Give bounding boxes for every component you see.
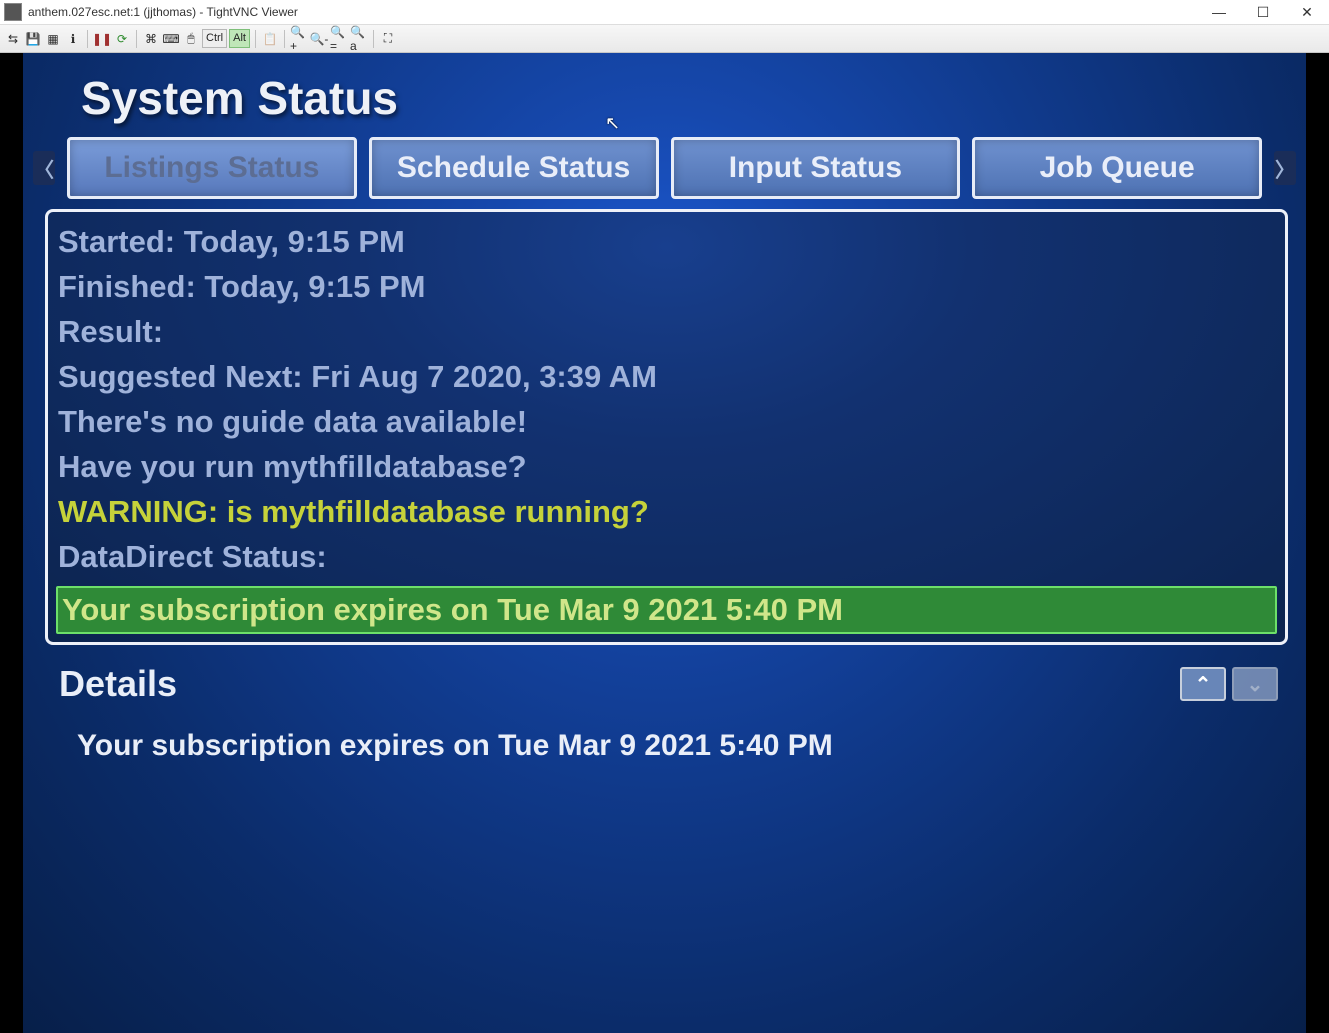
details-header-row: Details ⌃ ⌄ [23, 645, 1306, 705]
tab-job-queue[interactable]: Job Queue [972, 137, 1262, 199]
send-keys-icon[interactable]: ⌨ [162, 30, 180, 48]
mouse-icon[interactable]: 🖱 [182, 30, 200, 48]
details-text: Your subscription expires on Tue Mar 9 2… [23, 705, 1306, 763]
minimize-button[interactable]: — [1197, 0, 1241, 24]
vnc-toolbar: ⇆ 💾 ▦ ℹ ❚❚ ⟳ ⌘ ⌨ 🖱 Ctrl Alt 📋 🔍+ 🔍- 🔍= 🔍… [0, 25, 1329, 53]
vnc-titlebar: anthem.027esc.net:1 (jjthomas) - TightVN… [0, 0, 1329, 25]
page-title: System Status [23, 53, 1306, 135]
refresh-icon[interactable]: ⟳ [113, 30, 131, 48]
zoom-auto-icon[interactable]: 🔍a [350, 30, 368, 48]
zoom-100-icon[interactable]: 🔍= [330, 30, 348, 48]
pause-icon[interactable]: ❚❚ [93, 30, 111, 48]
ctrl-key-toggle[interactable]: Ctrl [202, 29, 227, 48]
toolbar-separator [255, 30, 256, 48]
tab-label: Job Queue [1040, 151, 1195, 185]
status-result: Result: [56, 310, 1277, 355]
tab-listings-status[interactable]: Listings Status [67, 137, 357, 199]
tab-input-status[interactable]: Input Status [671, 137, 961, 199]
toolbar-separator [373, 30, 374, 48]
tab-label: Listings Status [104, 151, 319, 185]
status-warning: WARNING: is mythfilldatabase running? [56, 490, 1277, 535]
info-icon[interactable]: ℹ [64, 30, 82, 48]
tabs-row: 〈 Listings Status Schedule Status Input … [23, 137, 1306, 199]
save-icon[interactable]: 💾 [24, 30, 42, 48]
maximize-button[interactable]: ☐ [1241, 0, 1285, 24]
status-started: Started: Today, 9:15 PM [56, 220, 1277, 265]
alt-key-toggle[interactable]: Alt [229, 29, 250, 48]
connect-icon[interactable]: ⇆ [4, 30, 22, 48]
window-controls: — ☐ ✕ [1197, 0, 1329, 24]
scroll-tabs-right-button[interactable]: 〉 [1274, 151, 1296, 185]
details-up-button[interactable]: ⌃ [1180, 667, 1226, 701]
tab-label: Schedule Status [397, 151, 630, 185]
fullscreen-icon[interactable]: ⛶ [379, 30, 397, 48]
toolbar-separator [87, 30, 88, 48]
status-subscription-selected[interactable]: Your subscription expires on Tue Mar 9 2… [56, 586, 1277, 635]
mythtv-status-screen: ↖ System Status 〈 Listings Status Schedu… [23, 53, 1306, 1033]
status-panel: Started: Today, 9:15 PM Finished: Today,… [45, 209, 1288, 645]
details-heading: Details [59, 663, 177, 705]
status-haveyourun: Have you run mythfilldatabase? [56, 445, 1277, 490]
zoom-in-icon[interactable]: 🔍+ [290, 30, 308, 48]
status-finished: Finished: Today, 9:15 PM [56, 265, 1277, 310]
toolbar-separator [284, 30, 285, 48]
status-suggested: Suggested Next: Fri Aug 7 2020, 3:39 AM [56, 355, 1277, 400]
details-scroll-controls: ⌃ ⌄ [1180, 667, 1278, 701]
tab-label: Input Status [729, 151, 902, 185]
app-icon [4, 3, 22, 21]
ctrlaltdel-icon[interactable]: ⌘ [142, 30, 160, 48]
close-button[interactable]: ✕ [1285, 0, 1329, 24]
window-title: anthem.027esc.net:1 (jjthomas) - TightVN… [28, 5, 298, 19]
scroll-tabs-left-button[interactable]: 〈 [33, 151, 55, 185]
toolbar-separator [136, 30, 137, 48]
zoom-out-icon[interactable]: 🔍- [310, 30, 328, 48]
tabs-container: Listings Status Schedule Status Input St… [67, 137, 1262, 199]
copy-icon[interactable]: 📋 [261, 30, 279, 48]
remote-screen[interactable]: ↖ System Status 〈 Listings Status Schedu… [0, 53, 1329, 1033]
status-datadirect: DataDirect Status: [56, 535, 1277, 580]
options-icon[interactable]: ▦ [44, 30, 62, 48]
status-noguide: There's no guide data available! [56, 400, 1277, 445]
tab-schedule-status[interactable]: Schedule Status [369, 137, 659, 199]
details-down-button[interactable]: ⌄ [1232, 667, 1278, 701]
